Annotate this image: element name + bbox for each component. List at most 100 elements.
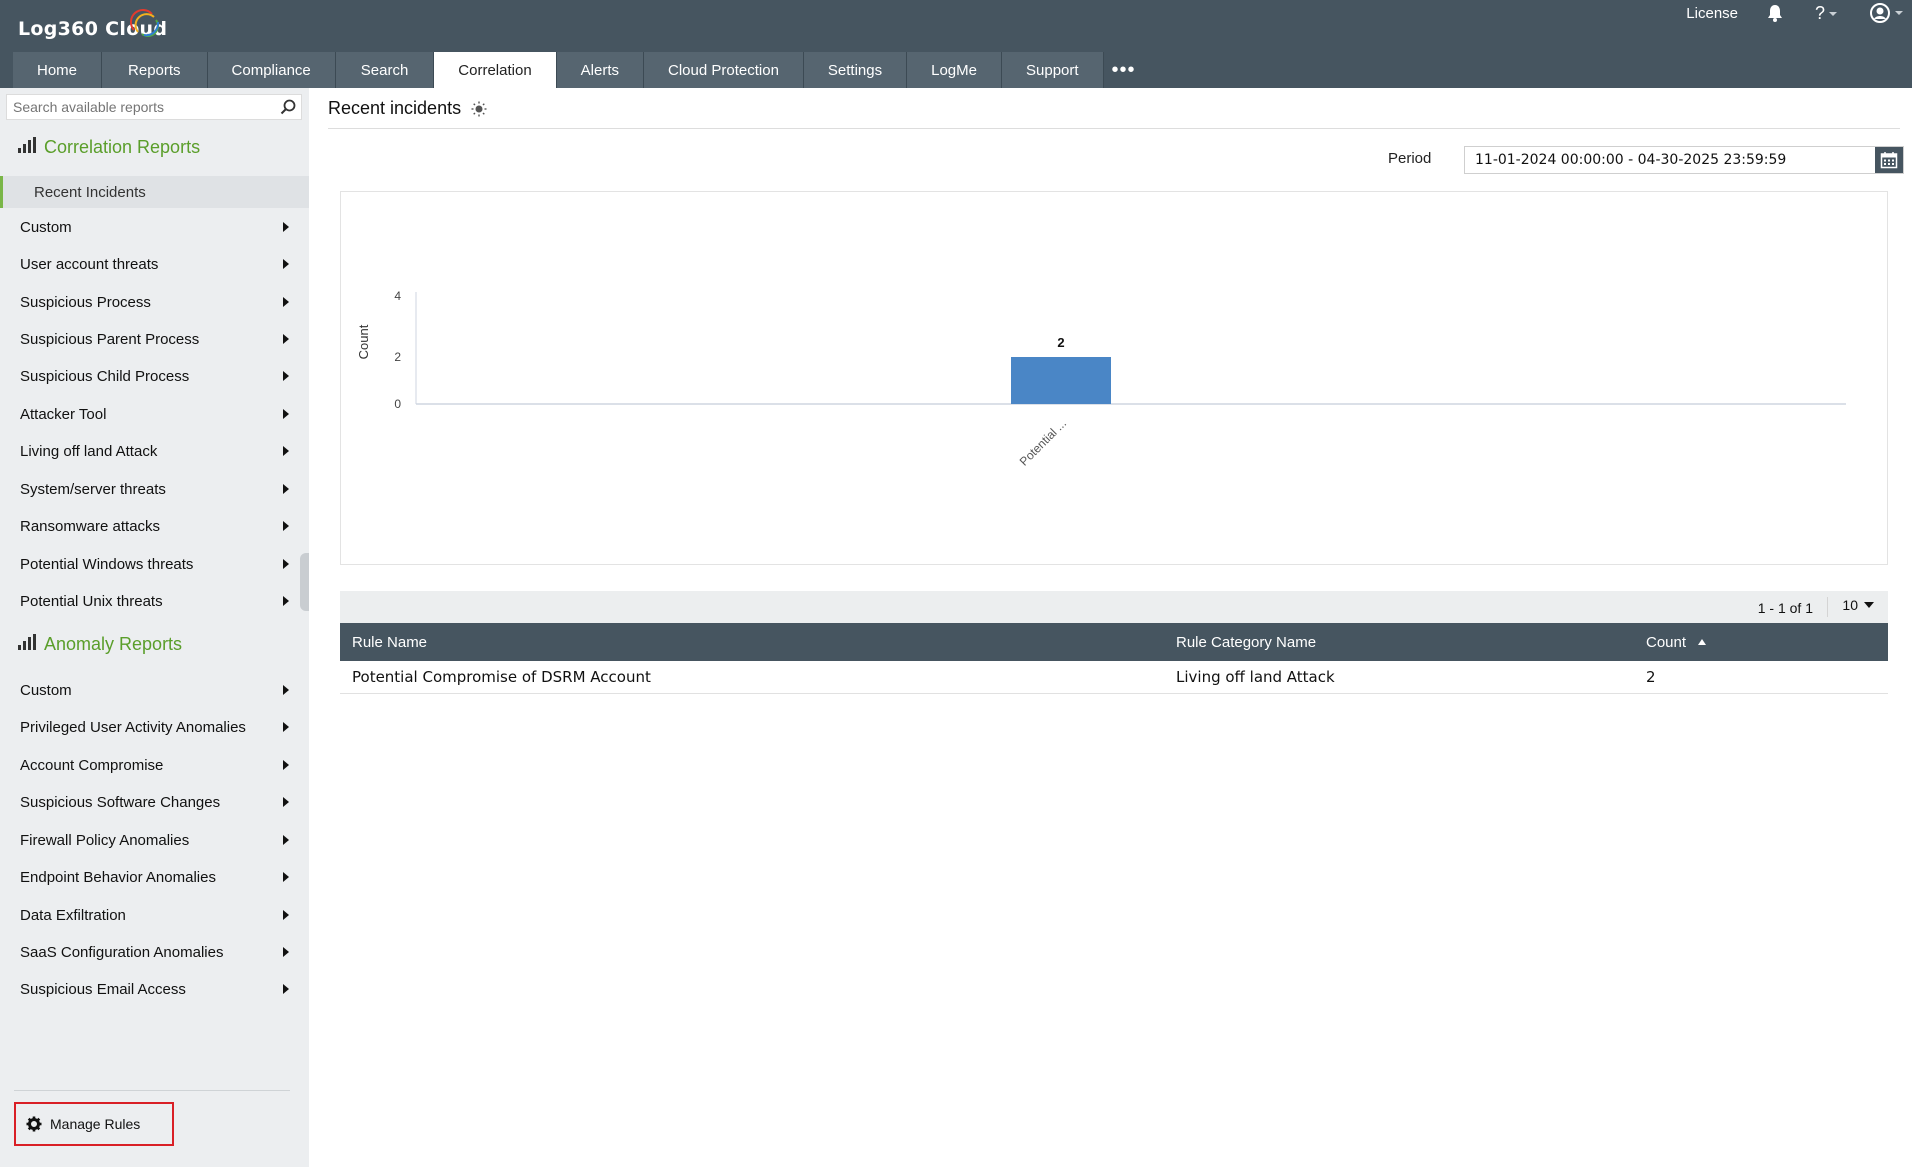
- bell-icon[interactable]: [1764, 2, 1786, 24]
- caret-right-icon: [283, 722, 289, 732]
- y-tick-label: 2: [394, 350, 401, 364]
- sidebar-item-label: Custom: [20, 218, 72, 236]
- sidebar-item-label: Suspicious Software Changes: [20, 793, 221, 811]
- table-row[interactable]: Potential Compromise of DSRM Account Liv…: [340, 661, 1888, 694]
- search-input[interactable]: [7, 95, 275, 119]
- column-header-rule-category[interactable]: Rule Category Name: [1164, 634, 1634, 651]
- tab-reports[interactable]: Reports: [102, 52, 208, 88]
- tab-logme[interactable]: LogMe: [907, 52, 1002, 88]
- sidebar-item-recent-incidents[interactable]: Recent Incidents: [0, 176, 309, 208]
- table-cell-rule-name[interactable]: Potential Compromise of DSRM Account: [340, 668, 1164, 686]
- sidebar-item-privileged-user-activity-anomalies[interactable]: Privileged User Activity Anomalies: [0, 712, 309, 742]
- sidebar-item-label: Privileged User Activity Anomalies: [20, 718, 246, 736]
- tab-search[interactable]: Search: [335, 52, 435, 88]
- sidebar-item-anomaly-custom[interactable]: Custom: [0, 675, 309, 705]
- help-icon[interactable]: ?: [1812, 2, 1842, 24]
- sidebar-item-label: SaaS Configuration Anomalies: [20, 943, 224, 961]
- tab-cloud-protection[interactable]: Cloud Protection: [644, 52, 804, 88]
- manage-rules-label: Manage Rules: [50, 1116, 141, 1132]
- sidebar-item-label: Suspicious Email Access: [20, 980, 186, 998]
- caret-right-icon: [283, 222, 289, 232]
- page-size-value: 10: [1842, 597, 1858, 613]
- sidebar-item-label: Data Exfiltration: [20, 906, 126, 924]
- gear-icon: [26, 1116, 42, 1132]
- lightbulb-icon[interactable]: [471, 101, 487, 117]
- caret-right-icon: [283, 797, 289, 807]
- tab-correlation[interactable]: Correlation: [434, 52, 557, 88]
- sidebar-item-suspicious-parent-process[interactable]: Suspicious Parent Process: [0, 324, 309, 354]
- main-content: Recent incidents Period 11-01-2024 00:00…: [309, 88, 1912, 1167]
- sidebar-item-label: System/server threats: [20, 480, 166, 498]
- main-nav-tabs: Home Reports Compliance Search Correlati…: [13, 52, 1144, 88]
- bar-chart-icon: [18, 137, 36, 158]
- sidebar-item-suspicious-process[interactable]: Suspicious Process: [0, 287, 309, 317]
- y-tick-label: 4: [394, 289, 401, 303]
- sidebar-item-label: Account Compromise: [20, 756, 164, 774]
- sidebar-item-custom[interactable]: Custom: [0, 212, 309, 242]
- caret-right-icon: [283, 484, 289, 494]
- period-date-range[interactable]: 11-01-2024 00:00:00 - 04-30-2025 23:59:5…: [1464, 146, 1904, 174]
- period-value: 11-01-2024 00:00:00 - 04-30-2025 23:59:5…: [1475, 152, 1787, 168]
- y-tick-label: 0: [394, 397, 401, 411]
- period-label: Period: [1388, 150, 1432, 167]
- tab-home[interactable]: Home: [13, 52, 103, 88]
- caret-right-icon: [283, 872, 289, 882]
- sort-ascending-icon: [1698, 639, 1707, 645]
- sidebar-item-suspicious-email-access[interactable]: Suspicious Email Access: [0, 974, 309, 1004]
- table-cell-count: 2: [1646, 668, 1656, 686]
- sidebar: Correlation Reports Recent Incidents Cus…: [0, 88, 309, 1167]
- incidents-chart: 0 2 4 Count 2 Potential ...: [340, 191, 1888, 565]
- anomaly-reports-title: Anomaly Reports: [44, 634, 183, 654]
- page-size-select[interactable]: 10: [1842, 597, 1874, 613]
- tab-settings[interactable]: Settings: [803, 52, 908, 88]
- manage-rules-button[interactable]: Manage Rules: [14, 1102, 174, 1146]
- sidebar-item-firewall-policy-anomalies[interactable]: Firewall Policy Anomalies: [0, 825, 309, 855]
- sidebar-item-user-account-threats[interactable]: User account threats: [0, 249, 309, 279]
- pagination-separator: [1827, 597, 1828, 617]
- license-link[interactable]: License: [1686, 5, 1738, 22]
- pagination-summary: 1 - 1 of 1: [1757, 600, 1813, 616]
- sidebar-item-potential-windows-threats[interactable]: Potential Windows threats: [0, 549, 309, 579]
- svg-text:?: ?: [1815, 4, 1825, 22]
- sidebar-item-data-exfiltration[interactable]: Data Exfiltration: [0, 900, 309, 930]
- tab-alerts[interactable]: Alerts: [556, 52, 645, 88]
- user-avatar-icon[interactable]: [1868, 2, 1906, 24]
- sidebar-collapse-handle[interactable]: [300, 553, 309, 611]
- sidebar-item-endpoint-behavior-anomalies[interactable]: Endpoint Behavior Anomalies: [0, 862, 309, 892]
- sidebar-item-label: Suspicious Parent Process: [20, 330, 200, 348]
- page-title: Recent incidents: [328, 98, 487, 119]
- sidebar-item-label: Potential Windows threats: [20, 555, 194, 573]
- search-icon[interactable]: [275, 95, 301, 119]
- report-search: [6, 94, 302, 120]
- sidebar-item-account-compromise[interactable]: Account Compromise: [0, 750, 309, 780]
- sidebar-item-saas-configuration-anomalies[interactable]: SaaS Configuration Anomalies: [0, 937, 309, 967]
- calendar-icon[interactable]: [1875, 147, 1903, 173]
- table-header: Rule Name Rule Category Name Count: [340, 623, 1888, 661]
- sidebar-item-potential-unix-threats[interactable]: Potential Unix threats: [0, 586, 309, 616]
- caret-right-icon: [283, 259, 289, 269]
- tab-compliance[interactable]: Compliance: [207, 52, 336, 88]
- sidebar-item-label: Suspicious Process: [20, 293, 151, 311]
- sidebar-item-living-off-land-attack[interactable]: Living off land Attack: [0, 436, 309, 466]
- sidebar-item-system-server-threats[interactable]: System/server threats: [0, 474, 309, 504]
- caret-right-icon: [283, 371, 289, 381]
- more-tabs-icon[interactable]: •••: [1104, 52, 1144, 88]
- caret-right-icon: [283, 984, 289, 994]
- sidebar-item-label: Endpoint Behavior Anomalies: [20, 868, 216, 886]
- column-header-count[interactable]: Count: [1634, 634, 1888, 651]
- column-header-rule-name[interactable]: Rule Name: [340, 634, 1164, 651]
- caret-right-icon: [283, 596, 289, 606]
- sidebar-item-label: Living off land Attack: [20, 442, 158, 460]
- caret-down-icon: [1864, 602, 1874, 608]
- sidebar-item-label: Attacker Tool: [20, 405, 107, 423]
- sidebar-item-suspicious-child-process[interactable]: Suspicious Child Process: [0, 361, 309, 391]
- sidebar-item-attacker-tool[interactable]: Attacker Tool: [0, 399, 309, 429]
- sidebar-item-ransomware-attacks[interactable]: Ransomware attacks: [0, 511, 309, 541]
- sidebar-item-suspicious-software-changes[interactable]: Suspicious Software Changes: [0, 787, 309, 817]
- tab-support[interactable]: Support: [1002, 52, 1104, 88]
- chart-bar: [1011, 357, 1111, 404]
- correlation-reports-title: Correlation Reports: [44, 137, 201, 157]
- sidebar-item-label: Firewall Policy Anomalies: [20, 831, 190, 849]
- column-header-count-label: Count: [1646, 633, 1687, 651]
- caret-right-icon: [283, 947, 289, 957]
